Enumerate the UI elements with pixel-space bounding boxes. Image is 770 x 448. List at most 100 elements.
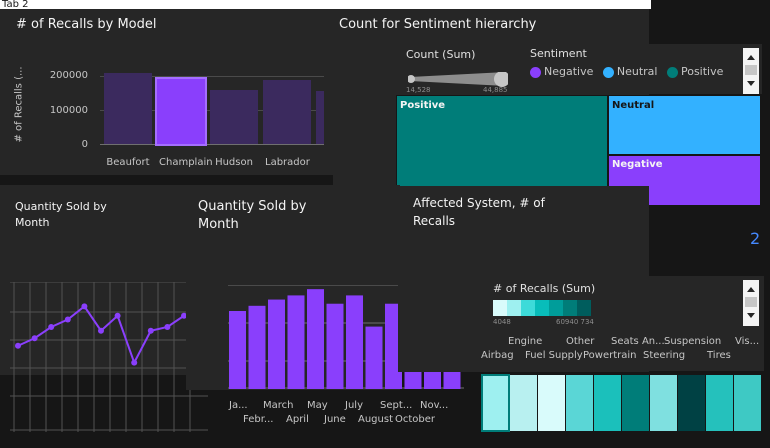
- scroll-thumb[interactable]: [745, 297, 757, 307]
- affected-legend-max: 60940 734: [556, 318, 594, 326]
- system-label: Other: [566, 336, 595, 347]
- affected-heatmap: [481, 374, 763, 432]
- heatmap-cell[interactable]: [594, 375, 621, 431]
- affected-title-1: Affected System, # of: [413, 196, 545, 210]
- qty-line-title-2: Month: [15, 216, 50, 229]
- month-label: March: [263, 400, 294, 411]
- heatmap-cell[interactable]: [706, 375, 733, 431]
- tab-label[interactable]: Tab 2: [0, 0, 651, 9]
- affected-title-2: Recalls: [413, 214, 456, 228]
- scale-swatch: [521, 300, 535, 316]
- scroll-thumb[interactable]: [745, 65, 757, 75]
- quantity-bar[interactable]: [365, 326, 383, 389]
- model-bar-partial[interactable]: [316, 91, 324, 144]
- month-label: Sept...: [380, 400, 413, 411]
- affected-scrollbar[interactable]: [743, 280, 759, 326]
- legend-items: Negative Neutral Positive: [530, 65, 723, 78]
- quantity-bar[interactable]: [307, 289, 324, 389]
- ytick-0: 0: [81, 139, 88, 150]
- count-label: Count (Sum): [406, 48, 476, 61]
- recalls-ylabel: # of Recalls (...: [13, 66, 25, 143]
- recalls-by-model-title: # of Recalls by Model: [16, 17, 157, 32]
- line-point[interactable]: [31, 335, 38, 342]
- heatmap-svg: [481, 374, 761, 432]
- month-label: April: [286, 414, 309, 425]
- scale-swatch: [549, 300, 563, 316]
- heatmap-cell[interactable]: [678, 375, 705, 431]
- qty-line-chart: [10, 281, 208, 432]
- legend-item-negative[interactable]: Negative: [530, 65, 593, 78]
- line-point[interactable]: [147, 327, 154, 334]
- quantity-bar[interactable]: [326, 303, 344, 389]
- month-label: June: [324, 414, 346, 425]
- model-bar[interactable]: [263, 80, 311, 144]
- qty-line-title-1: Quantity Sold by: [15, 200, 107, 213]
- tile-positive-label: Positive: [400, 100, 446, 111]
- line-point[interactable]: [64, 316, 71, 323]
- model-category-label: Labrador: [265, 157, 310, 168]
- model-bar[interactable]: [210, 90, 258, 144]
- quantity-bar[interactable]: [287, 295, 305, 389]
- scroll-down-icon[interactable]: [747, 313, 755, 318]
- qty-bar-title-2: Month: [198, 217, 239, 232]
- heatmap-cell[interactable]: [650, 375, 677, 431]
- system-label: Airbag: [481, 350, 514, 361]
- affected-legend-scale: [493, 300, 591, 316]
- tile-neutral-label: Neutral: [612, 100, 655, 111]
- tile-neutral[interactable]: Neutral: [609, 96, 760, 154]
- model-bar[interactable]: [104, 72, 152, 144]
- system-label: Fuel Supply: [525, 350, 583, 361]
- recalls-by-model-panel: # of Recalls by Model # of Recalls (... …: [0, 9, 333, 175]
- line-point[interactable]: [48, 324, 55, 330]
- legend-item-positive[interactable]: Positive: [666, 65, 723, 78]
- scroll-up-icon[interactable]: [747, 287, 755, 292]
- line-point[interactable]: [81, 303, 88, 310]
- quantity-bar[interactable]: [248, 305, 266, 389]
- heatmap-cell[interactable]: [481, 374, 510, 432]
- line-point[interactable]: [131, 359, 138, 366]
- qty-bar-title-1: Quantity Sold by: [198, 199, 307, 214]
- model-category-label: Beaufort: [106, 157, 150, 168]
- quantity-bar[interactable]: [346, 295, 363, 389]
- line-point[interactable]: [98, 327, 104, 334]
- legend-item-neutral[interactable]: Neutral: [602, 65, 657, 78]
- page-number[interactable]: 2: [750, 229, 760, 248]
- baseline: [100, 144, 324, 145]
- scroll-up-icon[interactable]: [747, 55, 755, 60]
- positive-swatch: [666, 66, 678, 78]
- system-label: Seats An...: [611, 336, 665, 347]
- count-slider[interactable]: [407, 71, 510, 87]
- month-label: August: [358, 414, 393, 425]
- quantity-bar[interactable]: [268, 299, 285, 389]
- month-label: Ja...: [229, 400, 248, 411]
- line-point[interactable]: [114, 312, 121, 319]
- month-label: Nov...: [420, 400, 449, 411]
- heatmap-cell[interactable]: [538, 375, 565, 431]
- legend-scrollbar[interactable]: [743, 48, 759, 94]
- scale-swatch: [577, 300, 591, 316]
- count-min: 14,528: [406, 86, 431, 94]
- quantity-line[interactable]: [17, 304, 185, 366]
- heatmap-cell[interactable]: [510, 375, 537, 431]
- scale-swatch: [563, 300, 577, 316]
- month-label: October: [395, 414, 436, 425]
- model-bar[interactable]: [155, 76, 207, 146]
- system-label: Powertrain: [583, 350, 637, 361]
- scale-swatch: [507, 300, 521, 316]
- ytick-200000: 200000: [49, 70, 88, 81]
- line-point[interactable]: [164, 324, 171, 330]
- system-label: Suspension: [664, 336, 722, 347]
- scale-swatch: [493, 300, 507, 316]
- heatmap-cell[interactable]: [566, 375, 593, 431]
- heatmap-cell[interactable]: [622, 375, 649, 431]
- month-label: Febr...: [243, 414, 274, 425]
- quantity-bar[interactable]: [229, 311, 246, 389]
- heatmap-cell[interactable]: [734, 375, 761, 431]
- affected-legend-min: 4048: [493, 318, 511, 326]
- line-point[interactable]: [15, 342, 21, 349]
- scroll-down-icon[interactable]: [747, 81, 755, 86]
- negative-swatch: [530, 66, 541, 78]
- month-label: July: [345, 400, 363, 411]
- tile-negative-label: Negative: [612, 159, 663, 170]
- model-category-label: Champlain: [159, 157, 213, 168]
